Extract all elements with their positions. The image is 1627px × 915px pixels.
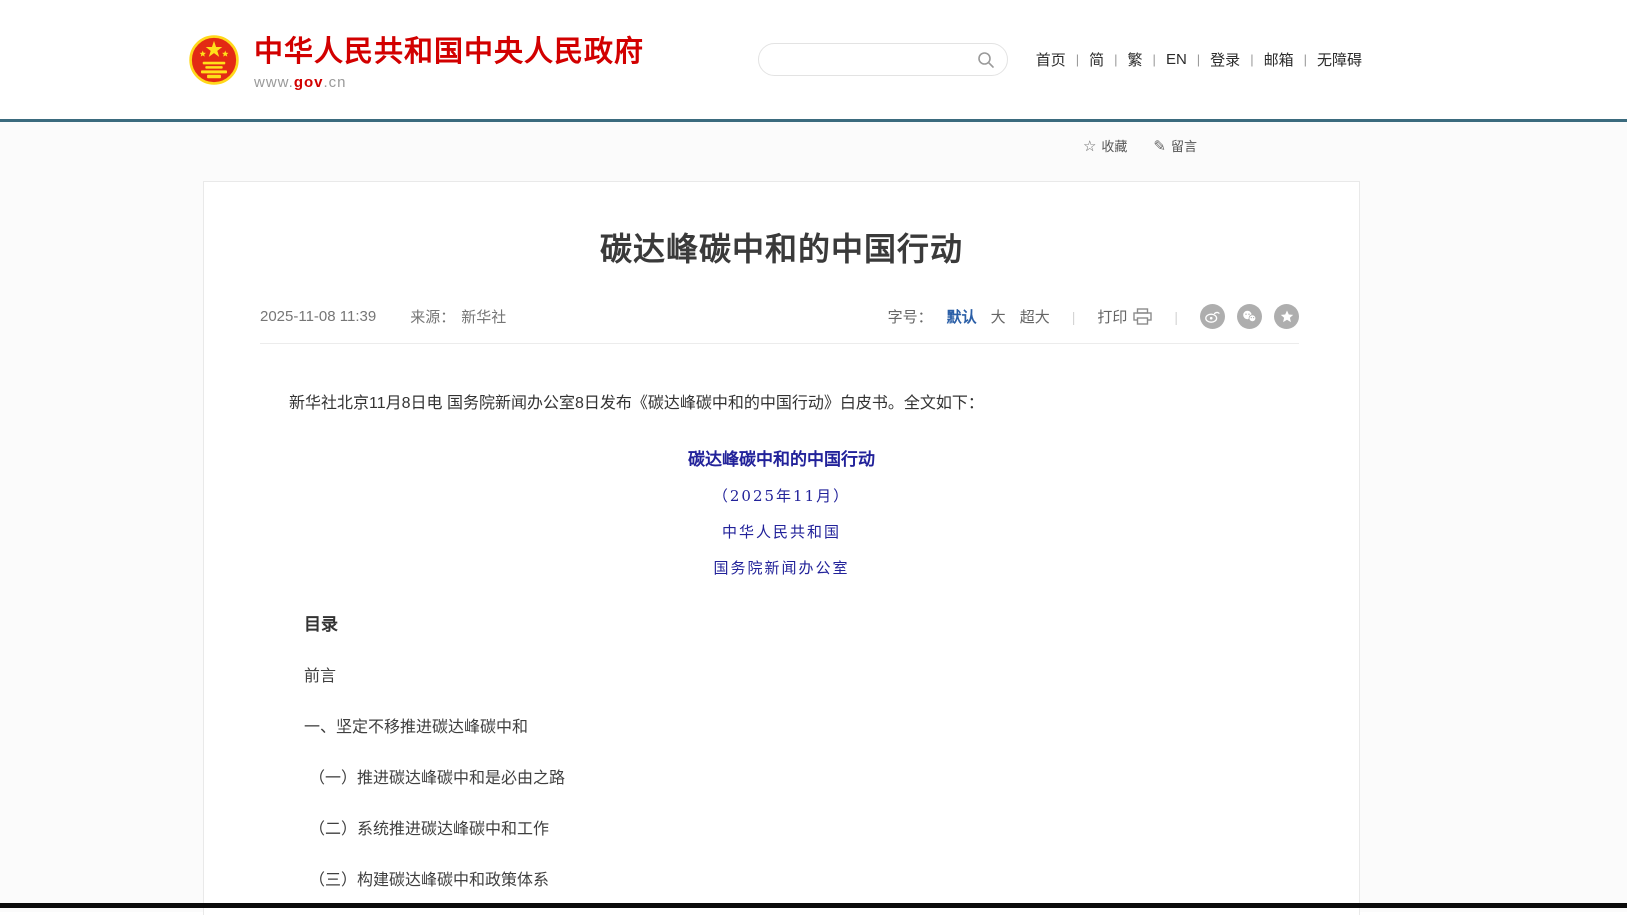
weibo-share-icon[interactable] xyxy=(1200,304,1225,329)
toolbar-divider: | xyxy=(1072,309,1076,325)
search-icon[interactable] xyxy=(977,51,995,69)
article-card: 碳达峰碳中和的中国行动 2025-11-08 11:39 来源： 新华社 字号：… xyxy=(203,181,1360,915)
document-org-line2: 国务院新闻办公室 xyxy=(289,557,1274,578)
document-org-line1: 中华人民共和国 xyxy=(289,521,1274,542)
nav-accessibility[interactable]: 无障碍 xyxy=(1307,49,1372,70)
search-box[interactable] xyxy=(758,43,1008,76)
favorite-button[interactable]: ☆ 收藏 xyxy=(1083,136,1127,155)
site-url-suffix: .cn xyxy=(324,74,347,91)
publish-date: 2025-11-08 11:39 xyxy=(260,308,376,325)
lead-paragraph: 新华社北京11月8日电 国务院新闻办公室8日发布《碳达峰碳中和的中国行动》白皮书… xyxy=(289,390,1274,417)
favorite-label: 收藏 xyxy=(1101,136,1127,155)
nav-home[interactable]: 首页 xyxy=(1026,49,1076,70)
star-icon: ☆ xyxy=(1083,137,1096,155)
nav-mail[interactable]: 邮箱 xyxy=(1254,49,1304,70)
toc-item: 前言 xyxy=(304,662,1274,686)
toc-item: （一）推进碳达峰碳中和是必由之路 xyxy=(309,764,1274,788)
national-emblem-icon xyxy=(188,34,240,86)
site-url: www.gov.cn xyxy=(254,74,644,91)
toc-item: （二）系统推进碳达峰碳中和工作 xyxy=(309,815,1274,839)
nav-simplified[interactable]: 简 xyxy=(1079,49,1114,70)
site-header: 中华人民共和国中央人民政府 www.gov.cn 首页 | 简 | 繁 | EN… xyxy=(0,0,1627,119)
font-size-label: 字号： xyxy=(888,306,933,327)
site-logo[interactable]: 中华人民共和国中央人民政府 www.gov.cn xyxy=(188,28,644,91)
printer-icon xyxy=(1133,308,1152,325)
search-input[interactable] xyxy=(775,52,977,68)
site-title: 中华人民共和国中央人民政府 xyxy=(254,28,644,70)
site-url-prefix: www. xyxy=(254,74,294,91)
source-value[interactable]: 新华社 xyxy=(461,306,506,327)
document-date: （2025年11月） xyxy=(289,485,1274,506)
comment-label: 留言 xyxy=(1171,136,1197,155)
top-nav: 首页 | 简 | 繁 | EN | 登录 | 邮箱 | 无障碍 xyxy=(1026,49,1372,70)
font-size-default-button[interactable]: 默认 xyxy=(947,306,977,327)
pencil-icon: ✎ xyxy=(1153,137,1166,155)
viewport-bottom-bar xyxy=(0,903,1627,908)
print-label: 打印 xyxy=(1097,306,1127,327)
qzone-share-icon[interactable] xyxy=(1274,304,1299,329)
page-title: 碳达峰碳中和的中国行动 xyxy=(204,224,1359,270)
toc-item: 一、坚定不移推进碳达峰碳中和 xyxy=(304,713,1274,737)
source-label: 来源： xyxy=(410,306,455,327)
article-meta-left: 2025-11-08 11:39 来源： 新华社 xyxy=(260,306,506,327)
site-url-gov: gov xyxy=(294,74,324,91)
article-meta-row: 2025-11-08 11:39 来源： 新华社 字号： 默认 大 超大 | 打… xyxy=(260,304,1299,344)
article-body: 新华社北京11月8日电 国务院新闻办公室8日发布《碳达峰碳中和的中国行动》白皮书… xyxy=(204,390,1359,915)
print-button[interactable]: 打印 xyxy=(1097,306,1152,327)
toc-heading: 目录 xyxy=(304,610,1274,635)
comment-button[interactable]: ✎ 留言 xyxy=(1153,136,1197,155)
wechat-share-icon[interactable] xyxy=(1237,304,1262,329)
toc-item: （三）构建碳达峰碳中和政策体系 xyxy=(309,866,1274,890)
font-size-large-button[interactable]: 大 xyxy=(991,306,1006,327)
share-icons xyxy=(1200,304,1299,329)
document-title: 碳达峰碳中和的中国行动 xyxy=(289,445,1274,470)
nav-english[interactable]: EN xyxy=(1156,51,1197,68)
toolbar-divider: | xyxy=(1174,309,1178,325)
article-actions: ☆ 收藏 ✎ 留言 xyxy=(0,122,1627,155)
article-toolbar: 字号： 默认 大 超大 | 打印 | xyxy=(888,304,1299,329)
nav-login[interactable]: 登录 xyxy=(1200,49,1250,70)
font-size-xlarge-button[interactable]: 超大 xyxy=(1020,306,1050,327)
nav-traditional[interactable]: 繁 xyxy=(1118,49,1153,70)
page-background: ☆ 收藏 ✎ 留言 碳达峰碳中和的中国行动 2025-11-08 11:39 来… xyxy=(0,122,1627,912)
